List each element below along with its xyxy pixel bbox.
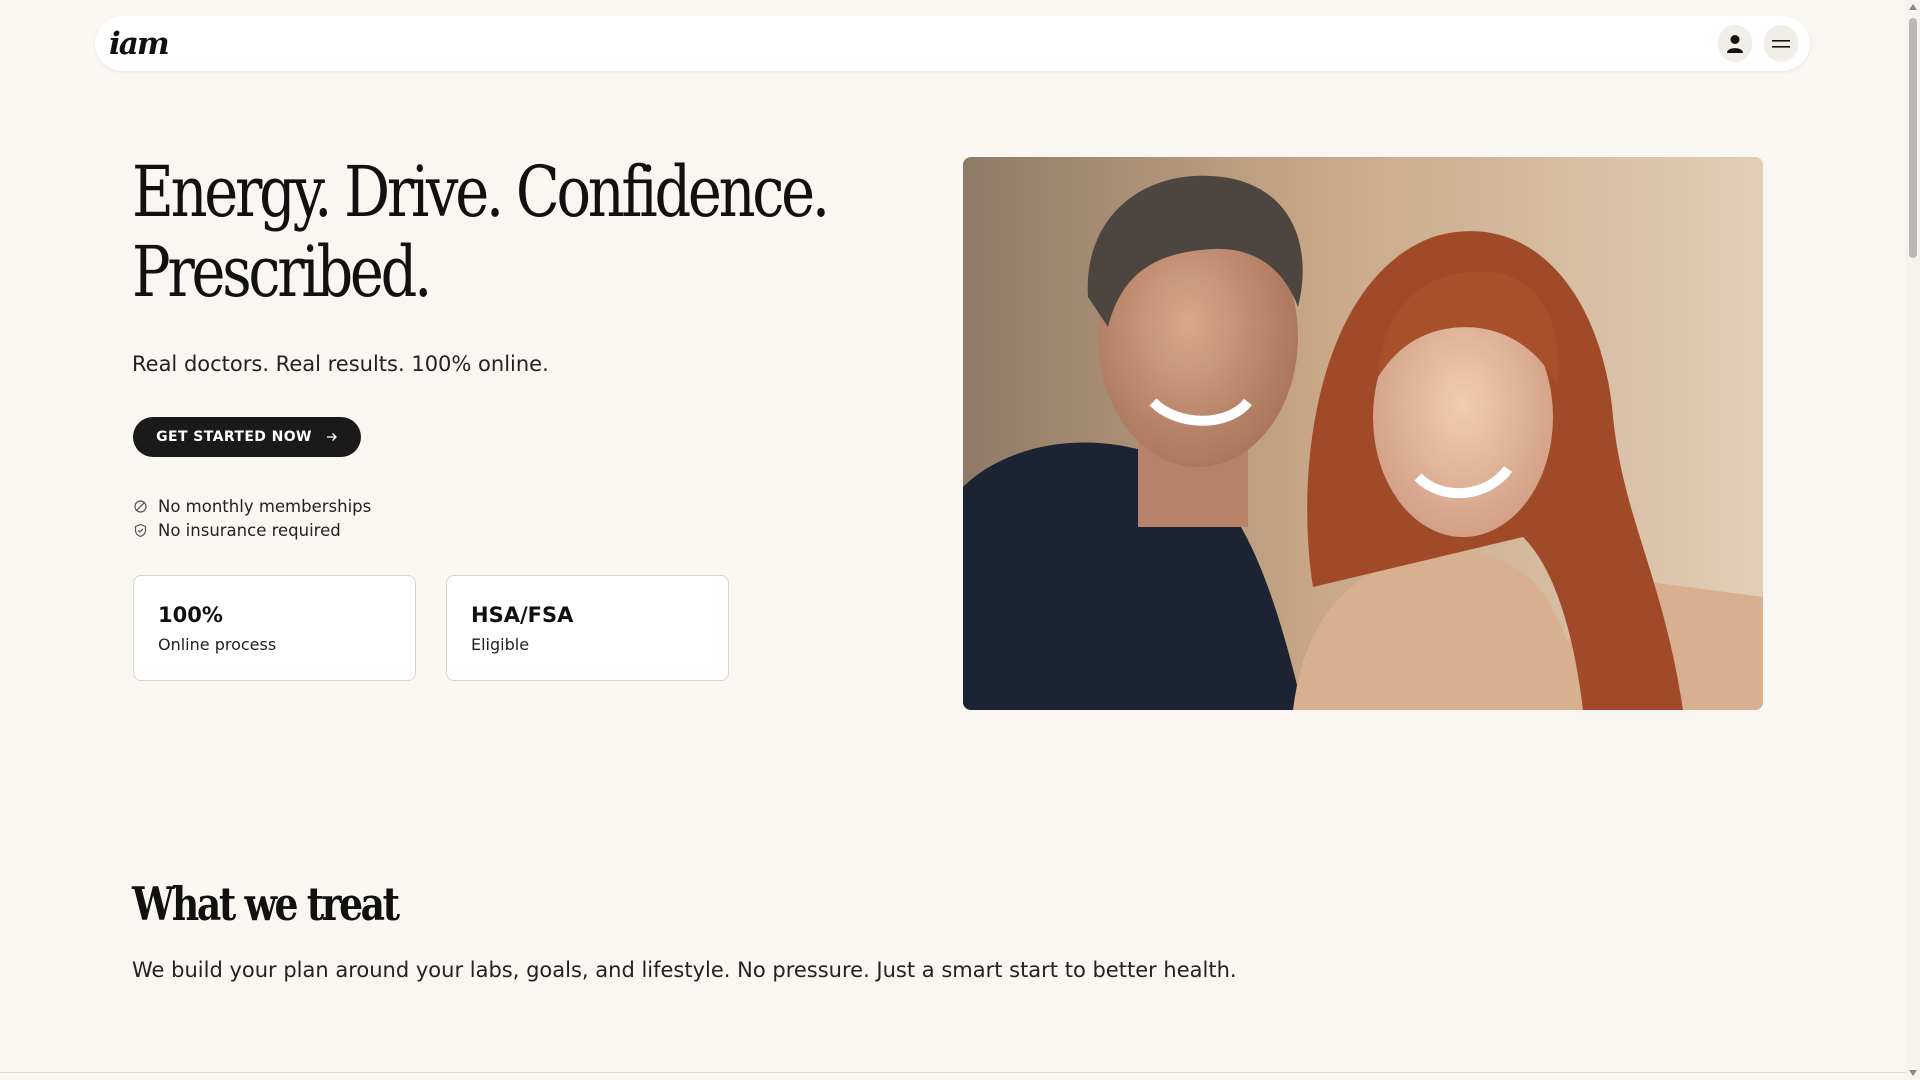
nav-actions <box>1718 25 1798 62</box>
scrollbar-thumb[interactable] <box>1909 18 1917 258</box>
section-divider <box>0 1072 1906 1073</box>
vertical-scrollbar[interactable] <box>1906 0 1920 1080</box>
stat-value: HSA/FSA <box>471 603 574 627</box>
section-subtitle: We build your plan around your labs, goa… <box>132 958 1237 982</box>
user-icon <box>1727 34 1743 53</box>
get-started-label: GET STARTED NOW <box>156 429 312 445</box>
section-title-what-we-treat: What we treat <box>132 877 400 931</box>
benefit-label: No insurance required <box>158 520 341 540</box>
stat-value: 100% <box>158 603 223 627</box>
no-sign-icon <box>134 499 147 513</box>
hero-benefits: No monthly memberships No insurance requ… <box>133 494 371 542</box>
hero-title: Energy. Drive. Confidence. Prescribed. <box>132 151 830 313</box>
benefit-no-memberships: No monthly memberships <box>133 494 371 518</box>
hero-title-line1: Energy. Drive. Confidence. <box>132 151 830 233</box>
hero-photo-couple <box>963 157 1763 710</box>
get-started-button[interactable]: GET STARTED NOW <box>133 417 361 457</box>
hero-title-line2: Prescribed. <box>132 231 432 313</box>
benefit-no-insurance: No insurance required <box>133 518 371 542</box>
stat-label: Online process <box>158 635 277 654</box>
couple-illustration <box>963 157 1763 710</box>
shield-check-icon <box>134 523 147 537</box>
scroll-up-arrow-icon[interactable] <box>1909 4 1917 10</box>
scroll-down-arrow-icon[interactable] <box>1909 1070 1917 1076</box>
brand-logo[interactable]: iam <box>109 26 170 62</box>
account-button[interactable] <box>1718 25 1752 62</box>
stat-card-online: 100% Online process <box>133 575 416 681</box>
top-navbar: iam <box>95 16 1810 71</box>
benefit-label: No monthly memberships <box>158 496 372 516</box>
stat-label: Eligible <box>471 635 530 654</box>
hero-subtitle: Real doctors. Real results. 100% online. <box>132 352 549 376</box>
arrow-right-icon <box>326 433 337 441</box>
hamburger-menu-icon <box>1772 39 1790 48</box>
stat-card-hsa: HSA/FSA Eligible <box>446 575 729 681</box>
menu-button[interactable] <box>1764 25 1798 62</box>
